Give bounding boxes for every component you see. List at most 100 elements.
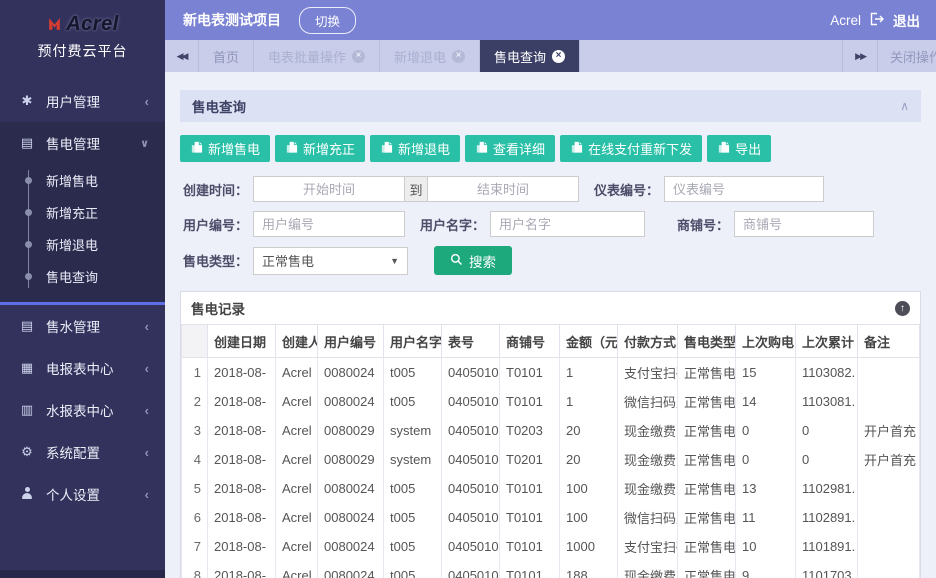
table-cell: 现金缴费 [618, 474, 678, 503]
table-row[interactable]: 42018-08-Acrel0080029system04050102T0201… [182, 445, 920, 474]
toolbar-button[interactable]: 新增退电 [370, 135, 460, 162]
records-panel: 售电记录 ↑ 创建日期创建人用户编号用户名字表号商铺号金额（元付款方式售电类型上… [180, 291, 921, 578]
table-cell [858, 532, 920, 561]
sidebar-group: ✱ 用户管理 ‹ [0, 80, 165, 122]
sidebar-subitem[interactable]: 新增售电 [0, 164, 165, 196]
table-cell: T0201 [500, 445, 560, 474]
sidebar-item[interactable]: ▦ 电报表中心 ‹ [0, 347, 165, 389]
table-cell: 1000 [560, 532, 618, 561]
bullet-icon [25, 209, 32, 216]
table-cell: Acrel [276, 532, 318, 561]
shop-no-label: 商铺号： [673, 215, 729, 234]
sidebar-item[interactable]: ▥ 水报表中心 ‹ [0, 389, 165, 431]
table-cell: 100 [560, 474, 618, 503]
user-name-label: 用户名字： [419, 215, 485, 234]
file-icon [285, 141, 298, 157]
to-label: 到 [405, 176, 427, 202]
logout-button[interactable]: 退出 [893, 10, 920, 30]
tab-close-icon[interactable]: × [552, 50, 565, 63]
bullet-icon [25, 241, 32, 248]
sidebar-item-label: 水报表中心 [46, 400, 114, 420]
toolbar-button[interactable]: 在线支付重新下发 [560, 135, 702, 162]
toolbar-button[interactable]: 查看详细 [465, 135, 555, 162]
meter-no-input[interactable] [664, 176, 824, 202]
column-header [182, 325, 208, 358]
brand: Acrel 预付费云平台 [0, 0, 165, 80]
switch-project-button[interactable]: 切换 [299, 7, 356, 34]
table-cell: T0101 [500, 474, 560, 503]
sidebar-group: ▥ 水报表中心 ‹ [0, 389, 165, 431]
sidebar-item-label: 电报表中心 [46, 358, 114, 378]
table-cell: 1 [182, 358, 208, 387]
table-cell: 1101891. [796, 532, 858, 561]
start-time-input[interactable] [253, 176, 405, 202]
table-row[interactable]: 82018-08-Acrel0080024t00504050101T010118… [182, 561, 920, 578]
table-row[interactable]: 62018-08-Acrel0080024t00504050101T010110… [182, 503, 920, 532]
table-cell: 现金缴费 [618, 416, 678, 445]
sidebar-item[interactable]: ▤ 售电管理 ∨ [0, 122, 165, 164]
tab-close-icon[interactable]: × [452, 50, 465, 63]
collapse-panel-icon[interactable]: ∧ [900, 99, 909, 113]
tabs-scroll-left-icon[interactable]: ◀◀ [165, 40, 199, 72]
table-cell: T0101 [500, 358, 560, 387]
toolbar-button-label: 查看详细 [493, 139, 545, 158]
filter-row-1: 创建时间： 到 仪表编号： [180, 176, 921, 202]
sidebar-group: ▦ 电报表中心 ‹ [0, 347, 165, 389]
sale-type-select[interactable]: 正常售电 ▼ [253, 247, 408, 275]
close-operations-menu[interactable]: 关闭操作 [878, 40, 936, 72]
sidebar-item[interactable]: ▤ 售水管理 ‹ [0, 305, 165, 347]
card-icon: ▤ [18, 135, 36, 151]
table-cell: Acrel [276, 387, 318, 416]
column-header: 备注 [858, 325, 920, 358]
user-no-input[interactable] [253, 211, 405, 237]
user-name-input[interactable] [490, 211, 645, 237]
sidebar-item[interactable]: ✱ 用户管理 ‹ [0, 80, 165, 122]
tab-label: 售电查询 [494, 47, 546, 66]
chevron-left-icon: ‹ [145, 403, 149, 418]
chevron-left-icon: ‹ [145, 361, 149, 376]
tab-close-icon[interactable]: × [352, 50, 365, 63]
table-row[interactable]: 72018-08-Acrel0080024t00504050101T010110… [182, 532, 920, 561]
sidebar-item[interactable]: 个人设置 ‹ [0, 473, 165, 515]
search-button[interactable]: 搜索 [434, 246, 512, 275]
table-cell: 5 [182, 474, 208, 503]
username[interactable]: Acrel [830, 13, 861, 28]
sidebar-subitem[interactable]: 新增退电 [0, 228, 165, 260]
tab[interactable]: 新增退电 × [380, 40, 480, 72]
tabs-scroll-right-icon[interactable]: ▶▶ [842, 40, 878, 72]
tab[interactable]: 售电查询 × [480, 40, 580, 72]
sidebar-subitem[interactable]: 新增充正 [0, 196, 165, 228]
project-name: 新电表测试项目 [183, 10, 281, 30]
sidebar-item[interactable]: ⚙ 系统配置 ‹ [0, 431, 165, 473]
table-cell: 0080024 [318, 503, 384, 532]
table-cell: 2018-08- [208, 561, 276, 578]
table-cell [858, 503, 920, 532]
end-time-input[interactable] [427, 176, 579, 202]
shop-no-input[interactable] [734, 211, 874, 237]
sidebar-subitem[interactable]: 售电查询 [0, 260, 165, 292]
table-row[interactable]: 12018-08-Acrel0080024t00504050101T01011支… [182, 358, 920, 387]
table-cell: 1103081. [796, 387, 858, 416]
table-cell: 0 [736, 416, 796, 445]
table-cell: 10 [736, 532, 796, 561]
table-cell: Acrel [276, 503, 318, 532]
table-row[interactable]: 22018-08-Acrel0080024t00504050101T01011微… [182, 387, 920, 416]
toolbar-button[interactable]: 新增售电 [180, 135, 270, 162]
table-cell: 正常售电 [678, 416, 736, 445]
table-cell: 1102891. [796, 503, 858, 532]
table-row[interactable]: 32018-08-Acrel0080029system04050102T0203… [182, 416, 920, 445]
table-cell: 0 [736, 445, 796, 474]
table-cell: 微信扫码支付 [618, 387, 678, 416]
toolbar-button[interactable]: 新增充正 [275, 135, 365, 162]
chevron-left-icon: ‹ [145, 319, 149, 334]
select-caret-icon: ▼ [390, 256, 399, 266]
table-cell: 0080029 [318, 416, 384, 445]
table-cell: 11 [736, 503, 796, 532]
scroll-top-icon[interactable]: ↑ [895, 301, 910, 316]
tab[interactable]: 电表批量操作 × [254, 40, 380, 72]
table-row[interactable]: 52018-08-Acrel0080024t00504050101T010110… [182, 474, 920, 503]
meter-no-label: 仪表编号： [593, 180, 659, 199]
table-cell: 04050102 [442, 416, 500, 445]
toolbar-button[interactable]: 导出 [707, 135, 771, 162]
tab[interactable]: 首页 [199, 40, 254, 72]
